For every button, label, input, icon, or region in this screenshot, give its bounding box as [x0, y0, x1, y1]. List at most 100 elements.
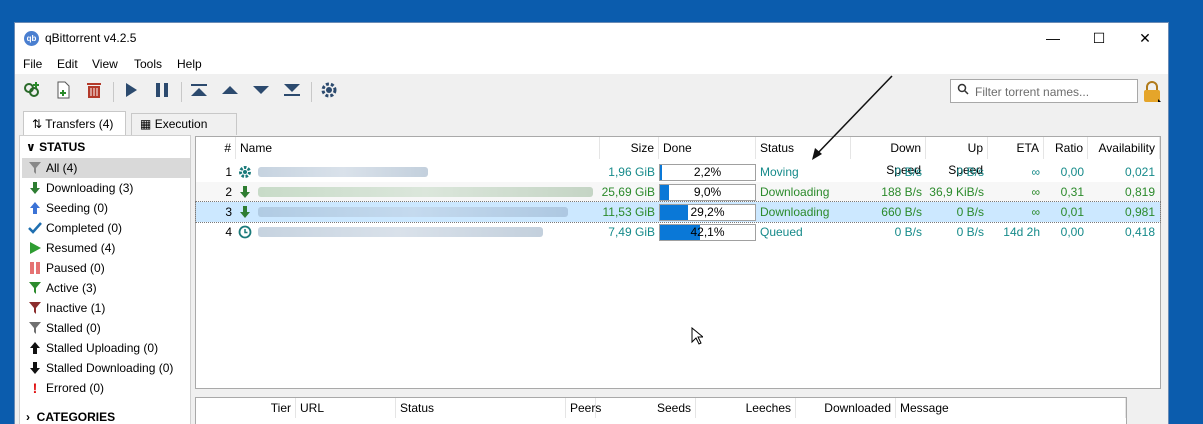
col-name[interactable]: Name: [236, 137, 600, 159]
checkmark-icon: [28, 222, 42, 234]
tab-transfers[interactable]: ⇅ Transfers (4): [23, 111, 126, 135]
filter-resumed[interactable]: Resumed (4): [22, 238, 190, 258]
col-peers[interactable]: Peers: [566, 398, 601, 418]
col-status[interactable]: Status: [756, 137, 851, 159]
blurred-torrent-name: [258, 187, 593, 197]
blurred-torrent-name: [258, 207, 568, 217]
add-torrent-file-button[interactable]: [52, 80, 74, 102]
delete-torrent-button[interactable]: [83, 80, 105, 102]
categories-header[interactable]: › CATEGORIES: [26, 410, 115, 424]
torrent-list: # Name Size Done Status Down Speed Up Sp…: [195, 136, 1161, 389]
qbittorrent-logo-icon: qb: [24, 31, 39, 46]
mouse-cursor-icon: [691, 327, 703, 345]
col-downloaded[interactable]: Downloaded: [796, 398, 896, 418]
table-row[interactable]: 2 25,69 GiB 9,0% Downloading 188 B/s 36,…: [196, 182, 1160, 202]
trackers-panel: Tier URL Status Peers Seeds Leeches Down…: [195, 397, 1127, 424]
move-top-button[interactable]: [188, 80, 210, 102]
arrow-up-black-icon: [30, 342, 40, 354]
status-header[interactable]: ∨ STATUS: [26, 140, 85, 154]
col-up-speed[interactable]: Up Speed: [926, 137, 988, 177]
col-down-speed[interactable]: Down Speed: [851, 137, 926, 177]
filter-active[interactable]: Active (3): [22, 278, 190, 298]
move-bottom-icon: [284, 84, 300, 96]
lock-ui-button[interactable]: [1143, 81, 1161, 103]
blurred-torrent-name: [258, 227, 543, 237]
col-seeds[interactable]: Seeds: [596, 398, 696, 418]
filter-stalled-downloading[interactable]: Stalled Downloading (0): [22, 358, 190, 378]
col-tier[interactable]: Tier: [196, 398, 296, 418]
filter-downloading[interactable]: Downloading (3): [22, 178, 190, 198]
arrow-down-green-icon: [240, 186, 250, 198]
col-ratio[interactable]: Ratio: [1044, 137, 1088, 159]
arrow-down-black-icon: [30, 362, 40, 374]
col-message[interactable]: Message: [896, 398, 1126, 418]
funnel-green-icon: [29, 282, 41, 294]
toolbar: Filter torrent names...: [15, 74, 1168, 108]
move-bottom-button[interactable]: [281, 80, 303, 102]
gear-icon: [321, 82, 337, 98]
col-tracker-status[interactable]: Status: [396, 398, 566, 418]
menu-file[interactable]: File: [23, 57, 42, 71]
move-up-button[interactable]: [219, 80, 241, 102]
col-size[interactable]: Size: [600, 137, 659, 159]
add-file-icon: [57, 81, 70, 99]
menu-bar: File Edit View Tools Help: [15, 54, 1168, 74]
table-row[interactable]: 1 1,96 GiB 2,2% Moving 0 B/s 0 B/s ∞ 0,0…: [196, 162, 1160, 182]
progress-bar: 42,1%: [659, 224, 756, 241]
menu-help[interactable]: Help: [177, 57, 202, 71]
close-button[interactable]: ✕: [1122, 23, 1168, 54]
filter-errored[interactable]: ! Errored (0): [22, 378, 190, 398]
lock-icon: [1144, 81, 1161, 102]
progress-bar: 29,2%: [659, 204, 756, 221]
window-title: qBittorrent v4.2.5: [45, 31, 137, 45]
add-torrent-link-button[interactable]: [21, 80, 43, 102]
col-availability[interactable]: Availability: [1088, 137, 1160, 159]
move-top-icon: [191, 84, 207, 96]
chevron-right-icon: ›: [26, 410, 30, 424]
progress-bar: 2,2%: [659, 164, 756, 181]
search-icon: [957, 83, 969, 95]
filter-inactive[interactable]: Inactive (1): [22, 298, 190, 318]
table-row[interactable]: 4 7,49 GiB 42,1% Queued 0 B/s 0 B/s 14d …: [196, 222, 1160, 242]
table-row-selected[interactable]: 3 11,53 GiB 29,2% Downloading 660 B/s 0 …: [195, 201, 1161, 223]
col-done[interactable]: Done: [659, 137, 756, 159]
filter-completed[interactable]: Completed (0): [22, 218, 190, 238]
trash-icon: [87, 83, 101, 98]
menu-tools[interactable]: Tools: [134, 57, 162, 71]
col-url[interactable]: URL: [296, 398, 396, 418]
pause-button[interactable]: [151, 80, 173, 102]
tab-bar: ⇅ Transfers (4) ▦ Execution Log: [15, 111, 1168, 151]
filter-paused[interactable]: Paused (0): [22, 258, 190, 278]
filter-search-box[interactable]: Filter torrent names...: [950, 79, 1138, 103]
minimize-button[interactable]: —: [1030, 23, 1076, 54]
filter-stalled-uploading[interactable]: Stalled Uploading (0): [22, 338, 190, 358]
funnel-red-icon: [29, 302, 41, 314]
maximize-button[interactable]: ☐: [1076, 23, 1122, 54]
add-link-icon: [24, 82, 39, 97]
filter-all[interactable]: All (4): [22, 158, 190, 178]
chevron-down-icon: ∨: [26, 140, 36, 154]
tab-execution-log[interactable]: ▦ Execution Log: [131, 113, 237, 151]
funnel-dark-icon: [29, 322, 41, 334]
play-icon: [126, 83, 137, 97]
arrow-down-icon: [253, 86, 269, 94]
exclamation-icon: !: [32, 380, 38, 396]
resume-button[interactable]: [120, 80, 142, 102]
filter-seeding[interactable]: Seeding (0): [22, 198, 190, 218]
arrow-up-icon: [222, 86, 238, 94]
col-number[interactable]: #: [196, 137, 236, 159]
move-down-button[interactable]: [250, 80, 272, 102]
calendar-icon: ▦: [140, 117, 152, 131]
play-green-icon: [30, 242, 41, 254]
transfers-icon: ⇅: [32, 117, 43, 131]
menu-view[interactable]: View: [92, 57, 118, 71]
options-button[interactable]: [318, 80, 340, 102]
progress-bar: 9,0%: [659, 184, 756, 201]
col-leeches[interactable]: Leeches: [696, 398, 796, 418]
blurred-torrent-name: [258, 167, 428, 177]
filter-sidebar: ∨ STATUS All (4) Downloading (3) Seeding…: [19, 135, 191, 424]
filter-stalled[interactable]: Stalled (0): [22, 318, 190, 338]
menu-edit[interactable]: Edit: [57, 57, 78, 71]
col-eta[interactable]: ETA: [988, 137, 1044, 159]
arrow-up-blue-icon: [30, 202, 40, 214]
